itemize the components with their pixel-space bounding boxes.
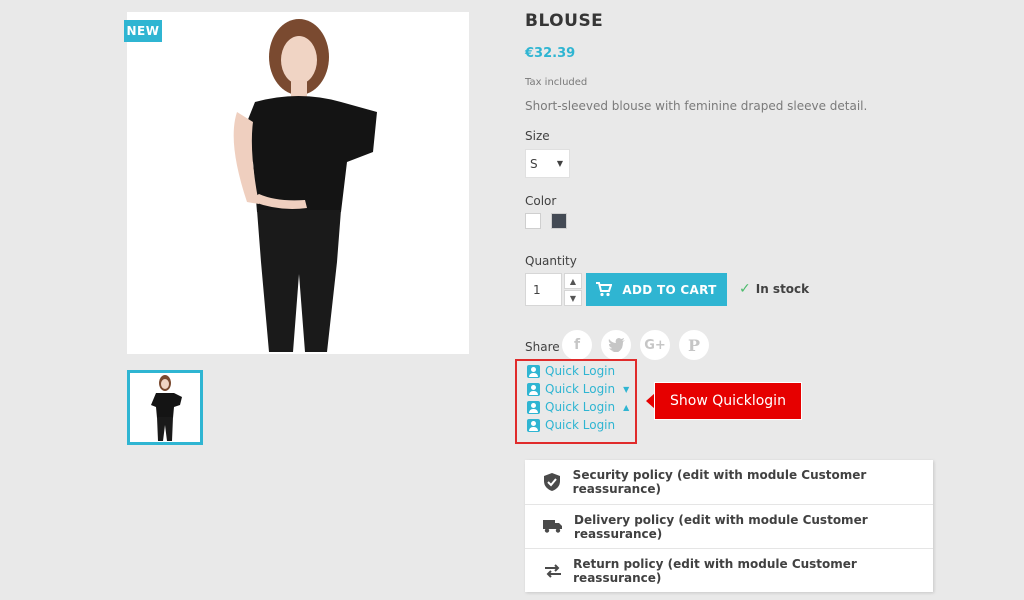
size-label: Size bbox=[525, 129, 550, 143]
user-icon bbox=[527, 400, 540, 414]
facebook-icon[interactable]: f bbox=[562, 330, 592, 360]
product-description: Short-sleeved blouse with feminine drape… bbox=[525, 99, 868, 113]
product-main-image[interactable] bbox=[127, 12, 469, 354]
product-thumbnail[interactable] bbox=[127, 370, 203, 445]
thumbnail-figure bbox=[151, 375, 182, 441]
caret-up-icon: ▲ bbox=[623, 402, 630, 412]
user-icon bbox=[527, 418, 540, 432]
show-quicklogin-callout: Show Quicklogin bbox=[654, 382, 802, 420]
quantity-label: Quantity bbox=[525, 254, 577, 268]
reassurance-delivery: Delivery policy (edit with module Custom… bbox=[525, 504, 933, 548]
reassurance-return: Return policy (edit with module Customer… bbox=[525, 548, 933, 592]
google-plus-icon[interactable]: G+ bbox=[640, 330, 670, 360]
cart-icon bbox=[596, 282, 613, 297]
reassurance-security: Security policy (edit with module Custom… bbox=[525, 460, 933, 504]
add-to-cart-button[interactable]: ADD TO CART bbox=[586, 273, 727, 306]
user-icon bbox=[527, 364, 540, 378]
size-select[interactable]: S ▼ bbox=[525, 149, 570, 178]
reassurance-block: Security policy (edit with module Custom… bbox=[525, 460, 933, 592]
quicklogin-link-1[interactable]: Quick Login bbox=[527, 364, 615, 378]
stock-status: ✓ In stock bbox=[739, 281, 809, 297]
chevron-down-icon: ▼ bbox=[569, 293, 577, 303]
quantity-input[interactable]: 1 bbox=[525, 273, 562, 306]
chevron-up-icon: ▲ bbox=[569, 276, 577, 286]
quicklogin-link-4[interactable]: Quick Login bbox=[527, 418, 615, 432]
truck-icon bbox=[543, 520, 563, 533]
shield-icon bbox=[543, 473, 562, 491]
reassurance-label: Delivery policy (edit with module Custom… bbox=[574, 512, 868, 541]
swap-arrows-icon bbox=[543, 563, 562, 578]
tax-note: Tax included bbox=[525, 77, 588, 88]
reassurance-label: Return policy (edit with module Customer… bbox=[573, 556, 857, 585]
quicklogin-link-3[interactable]: Quick Login ▲ bbox=[527, 400, 629, 414]
quantity-increase-button[interactable]: ▲ bbox=[564, 273, 582, 289]
twitter-icon[interactable] bbox=[601, 330, 631, 360]
add-to-cart-label: ADD TO CART bbox=[622, 282, 717, 297]
caret-down-icon: ▼ bbox=[623, 384, 630, 394]
new-badge: NEW bbox=[124, 20, 162, 42]
size-value: S bbox=[530, 156, 538, 171]
stock-label: In stock bbox=[755, 282, 810, 296]
quicklogin-label: Quick Login bbox=[545, 418, 616, 432]
color-swatch-white[interactable] bbox=[525, 213, 541, 229]
user-icon bbox=[527, 382, 540, 396]
reassurance-label: Security policy (edit with module Custom… bbox=[572, 468, 867, 496]
quicklogin-link-2[interactable]: Quick Login ▼ bbox=[527, 382, 629, 396]
product-title: BLOUSE bbox=[525, 11, 604, 31]
check-icon: ✓ bbox=[739, 281, 751, 297]
color-label: Color bbox=[525, 194, 557, 208]
caret-down-icon: ▼ bbox=[556, 159, 563, 168]
quicklogin-label: Quick Login bbox=[545, 400, 616, 414]
model-figure bbox=[233, 19, 377, 352]
quicklogin-label: Quick Login bbox=[545, 364, 616, 378]
color-swatch-dark[interactable] bbox=[551, 213, 567, 229]
product-price: €32.39 bbox=[525, 46, 576, 61]
quantity-decrease-button[interactable]: ▼ bbox=[564, 290, 582, 306]
pinterest-icon[interactable]: P bbox=[679, 330, 709, 360]
share-label: Share bbox=[525, 340, 560, 354]
quicklogin-label: Quick Login bbox=[545, 382, 616, 396]
